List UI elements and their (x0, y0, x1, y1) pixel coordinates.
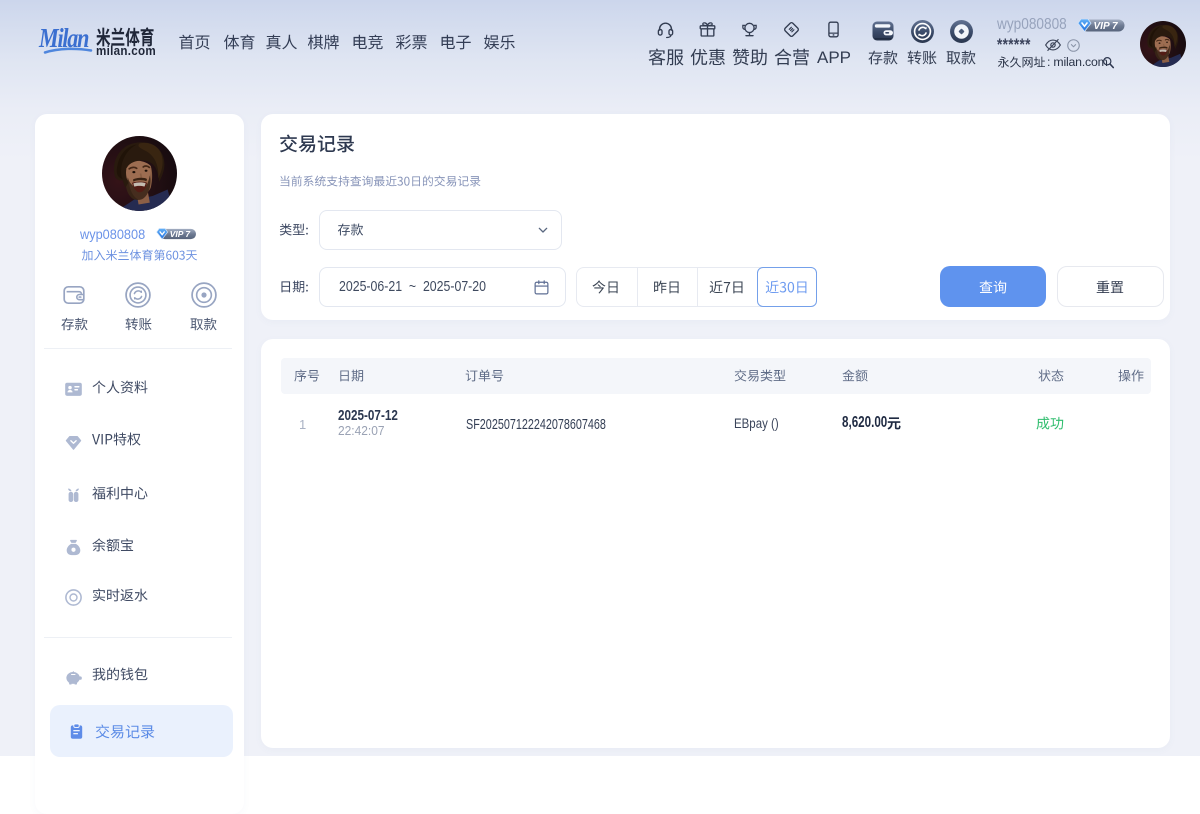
svg-text:VIP 7: VIP 7 (170, 229, 192, 239)
svg-text:VIP 7: VIP 7 (1094, 21, 1119, 32)
